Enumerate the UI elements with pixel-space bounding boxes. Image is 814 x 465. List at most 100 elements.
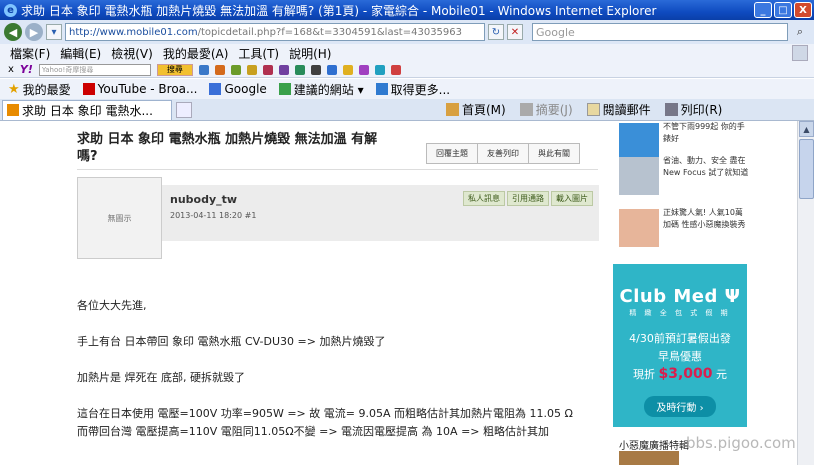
mail-icon[interactable] xyxy=(198,64,209,75)
window-controls: _ □ X xyxy=(754,2,812,18)
toolbar-options-icon[interactable] xyxy=(792,45,808,61)
print-friendly-button[interactable]: 友善列印 xyxy=(477,143,529,164)
clubmed-price-suffix: 元 xyxy=(716,368,728,381)
youtube-icon xyxy=(82,83,95,95)
video-icon[interactable] xyxy=(310,64,321,75)
music-icon[interactable] xyxy=(358,64,369,75)
ad-sidebar: 不管下雨999起 你的手錶好 省油、動力、安全 盡在New Focus 試了就知… xyxy=(613,121,749,465)
menu-view[interactable]: 檢視(V) xyxy=(111,45,153,62)
fav-youtube-label: YouTube - Broa... xyxy=(97,82,198,96)
read-mail-button[interactable]: 閱讀郵件 xyxy=(586,101,651,118)
forward-button[interactable]: ▶ xyxy=(25,23,43,41)
clubmed-banner[interactable]: Club Med Ψ 精 緻 全 包 式 假 期 4/30前預訂暑假出發 早鳥優… xyxy=(613,264,747,427)
star-icon[interactable] xyxy=(390,64,401,75)
reply-topic-button[interactable]: 回覆主題 xyxy=(426,143,478,164)
recent-pages-icon[interactable]: ▾ xyxy=(46,24,62,40)
yahoo-search-button[interactable]: 搜尋 xyxy=(156,63,193,76)
photo-icon[interactable] xyxy=(374,64,385,75)
post-timestamp: 2013-04-11 18:20 #1 xyxy=(170,211,257,220)
game-icon[interactable] xyxy=(326,64,337,75)
stop-icon[interactable]: ✕ xyxy=(507,24,523,40)
yahoo-logo[interactable]: Y! xyxy=(20,63,33,76)
author-name[interactable]: nubody_tw xyxy=(170,193,237,206)
new-tab-button[interactable] xyxy=(176,101,192,118)
title-divider xyxy=(77,169,598,170)
feeds-icon xyxy=(519,103,533,116)
fav-suggested-sites[interactable]: 建議的網站 ▾ xyxy=(278,81,364,98)
menu-file[interactable]: 檔案(F) xyxy=(10,45,50,62)
mail-icon xyxy=(586,103,600,116)
close-toolbar-icon[interactable]: x xyxy=(8,64,14,75)
fav-google[interactable]: Google xyxy=(209,82,267,96)
yahoo-search-input[interactable]: Yahoo!奇摩搜尋 xyxy=(38,63,151,76)
shopping-icon[interactable] xyxy=(230,64,241,75)
clubmed-price: $3,000 xyxy=(658,366,713,382)
window-title: 求助 日本 象印 電熱水瓶 加熱片燒毀 無法加溫 有解嗎? (第1頁) - 家電… xyxy=(21,3,657,18)
menu-favorites[interactable]: 我的最愛(A) xyxy=(163,45,229,62)
ad-text: 不管下雨999起 你的手錶好 xyxy=(663,122,745,143)
blog-icon[interactable] xyxy=(278,64,289,75)
search-icon[interactable]: ⌕ xyxy=(792,24,808,40)
post-paragraph: 加熱片是 焊死在 底部, 硬拆就毀了 xyxy=(77,371,245,384)
favorites-star-icon: ★ xyxy=(8,81,20,97)
author-info-bar: nubody_tw 2013-04-11 18:20 #1 私人訊息 引用通路 … xyxy=(162,185,599,241)
url-input[interactable]: http://www.mobile01.com/topicdetail.php?… xyxy=(65,23,485,41)
ie-logo-icon: e xyxy=(4,3,17,17)
weather-icon[interactable] xyxy=(342,64,353,75)
auction-icon[interactable] xyxy=(246,64,257,75)
clubmed-price-prefix: 現折 xyxy=(632,368,655,381)
back-button[interactable]: ◀ xyxy=(4,23,22,41)
favorites-label: 我的最愛 xyxy=(22,82,71,97)
tab-active[interactable]: 求助 日本 象印 電熱水... xyxy=(2,99,172,120)
home-button[interactable]: 首頁(M) xyxy=(446,101,506,118)
author-box: 無圖示 nubody_tw 2013-04-11 18:20 #1 私人訊息 引… xyxy=(77,177,599,259)
news-icon[interactable] xyxy=(214,64,225,75)
suggested-sites-icon xyxy=(278,83,291,95)
scroll-thumb[interactable] xyxy=(799,139,814,199)
clubmed-line-2: 早鳥優惠 xyxy=(658,350,702,363)
finance-icon[interactable] xyxy=(262,64,273,75)
close-button[interactable]: X xyxy=(794,2,812,18)
sidebar-thumbnail[interactable] xyxy=(619,451,679,465)
tab-label: 求助 日本 象印 電熱水... xyxy=(22,103,153,118)
private-message-button[interactable]: 私人訊息 xyxy=(463,191,505,206)
menu-help[interactable]: 說明(H) xyxy=(289,45,331,62)
favorites-bar: ★ 我的最愛 YouTube - Broa... Google 建議的網站 ▾ … xyxy=(0,79,814,99)
yahoo-toolbar: x Y! Yahoo!奇摩搜尋 搜尋 xyxy=(0,62,814,78)
clubmed-cta-button[interactable]: 及時行動 › xyxy=(644,396,716,417)
clubmed-line-3: 現折 $3,000 元 xyxy=(613,366,747,382)
home-label: 首頁(M) xyxy=(462,103,506,117)
map-icon[interactable] xyxy=(294,64,305,75)
feeds-button[interactable]: 摘要(J) xyxy=(519,101,573,118)
watermark: bbs.pigoo.com xyxy=(686,434,796,452)
sidebar-heading: 小惡魔廣播特輯 xyxy=(619,441,689,452)
search-input[interactable]: Google xyxy=(532,23,788,41)
post-paragraph: 各位大大先進, xyxy=(77,299,147,312)
load-images-button[interactable]: 載入圖片 xyxy=(551,191,593,206)
fav-get-more[interactable]: 取得更多... xyxy=(375,81,451,98)
post-paragraph: 而帶回台灣 電壓提高=110V 電阻同11.05Ω不變 => 電流因電壓提高 為… xyxy=(77,425,549,438)
menu-edit[interactable]: 編輯(E) xyxy=(60,45,101,62)
maximize-button[interactable]: □ xyxy=(774,2,792,18)
favorites-button[interactable]: ★ 我的最愛 xyxy=(8,81,71,98)
ad-text: 正妹驚人氣! 人氣10萬加碼 性感小惡魔換裝秀 xyxy=(663,208,746,229)
fav-suggested-label: 建議的網站 ▾ xyxy=(293,82,364,97)
clubmed-logo: Club Med Ψ xyxy=(619,286,741,307)
fav-youtube[interactable]: YouTube - Broa... xyxy=(82,82,198,96)
command-bar: 首頁(M) 摘要(J) 閱讀郵件 列印(R) xyxy=(446,101,722,118)
menu-bar: 檔案(F) 編輯(E) 檢視(V) 我的最愛(A) 工具(T) 說明(H) xyxy=(0,44,814,62)
sidebar-ad-2[interactable]: 省油、動力、安全 盡在New Focus 試了就知道 xyxy=(619,155,749,199)
sidebar-ad-3[interactable]: 正妹驚人氣! 人氣10萬加碼 性感小惡魔換裝秀 xyxy=(619,207,747,251)
refresh-icon[interactable]: ↻ xyxy=(488,24,504,40)
menu-tools[interactable]: 工具(T) xyxy=(238,45,279,62)
vertical-scrollbar[interactable]: ▲ xyxy=(797,121,814,465)
print-button[interactable]: 列印(R) xyxy=(664,101,722,118)
ad-text: 省油、動力、安全 盡在New Focus 試了就知道 xyxy=(663,156,749,177)
minimize-button[interactable]: _ xyxy=(754,2,772,18)
related-button[interactable]: 與此有關 xyxy=(528,143,580,164)
scroll-up-button[interactable]: ▲ xyxy=(799,121,814,137)
post-paragraph: 手上有台 日本帶回 象印 電熱水瓶 CV-DU30 => 加熱片燒毀了 xyxy=(77,335,386,348)
avatar[interactable]: 無圖示 xyxy=(77,177,162,259)
quote-button[interactable]: 引用通路 xyxy=(507,191,549,206)
fav-get-more-label: 取得更多... xyxy=(390,82,451,97)
